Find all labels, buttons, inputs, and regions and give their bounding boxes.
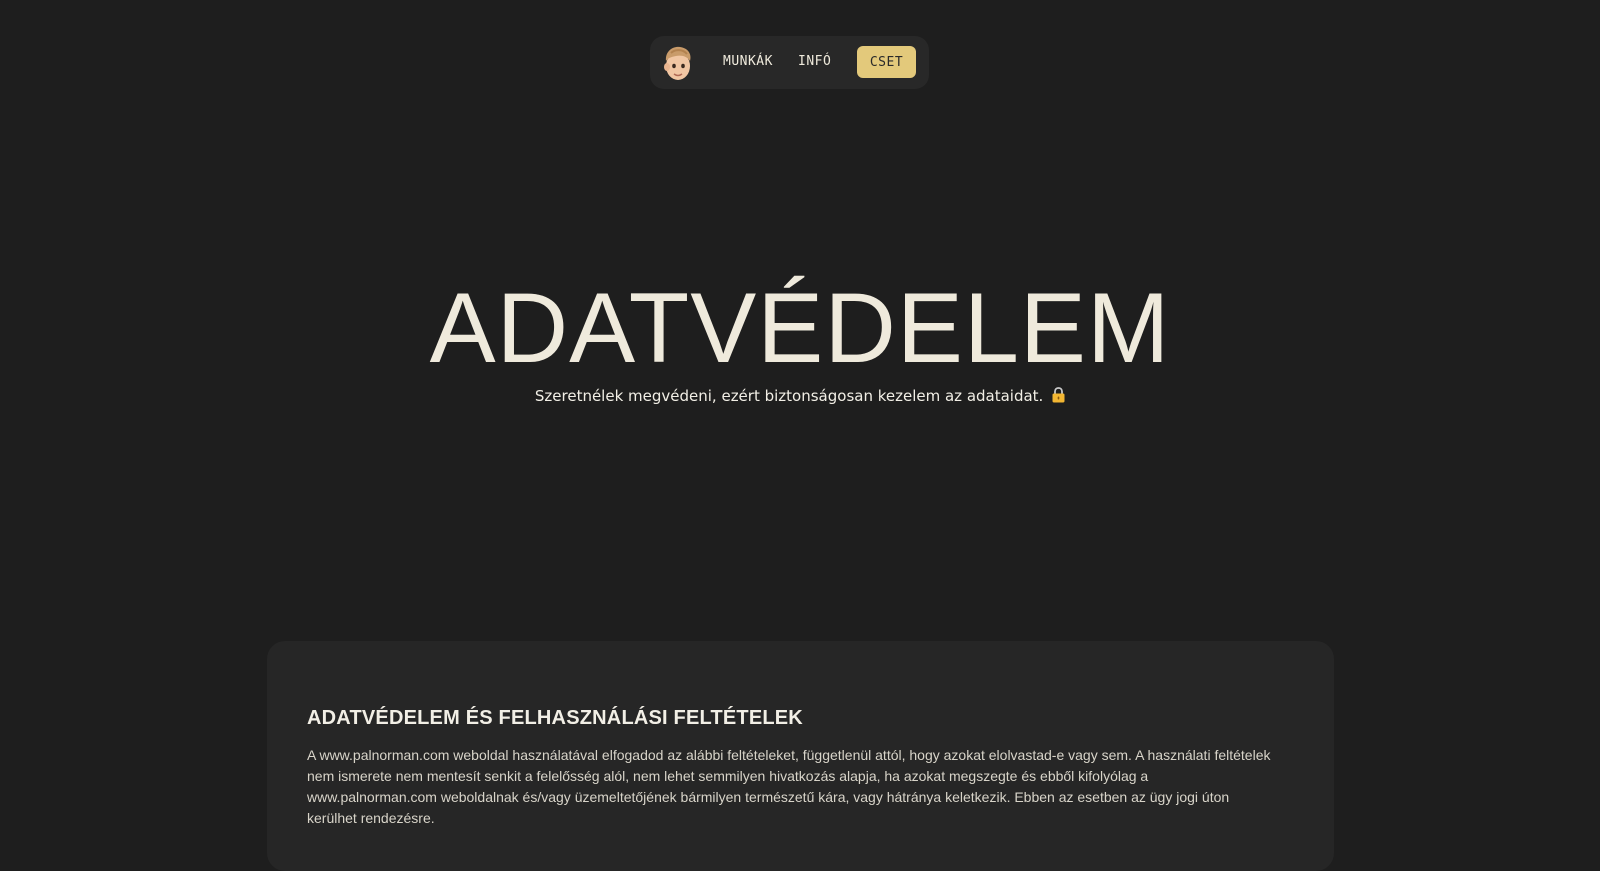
top-nav: MUNKÁK INFÓ CSET	[650, 36, 929, 89]
chat-button[interactable]: CSET	[857, 46, 916, 78]
page-title: ADATVÉDELEM	[429, 272, 1171, 383]
nav-link-munkak[interactable]: MUNKÁK	[723, 52, 773, 72]
section-title: ADATVÉDELEM ÉS FELHASZNÁLÁSI FELTÉTELEK	[307, 707, 803, 729]
terms-card: ADATVÉDELEM ÉS FELHASZNÁLÁSI FELTÉTELEK …	[267, 641, 1334, 871]
lock-icon	[1052, 387, 1065, 403]
section-body: A www.palnorman.com weboldal használatáv…	[307, 747, 1271, 826]
page-subtitle: Szeretnélek megvédeni, ezért biztonságos…	[0, 385, 1600, 407]
nav-link-info[interactable]: INFÓ	[798, 52, 831, 72]
memoji-avatar-icon[interactable]	[659, 43, 697, 83]
subtitle-text: Szeretnélek megvédeni, ezért biztonságos…	[534, 387, 1044, 405]
